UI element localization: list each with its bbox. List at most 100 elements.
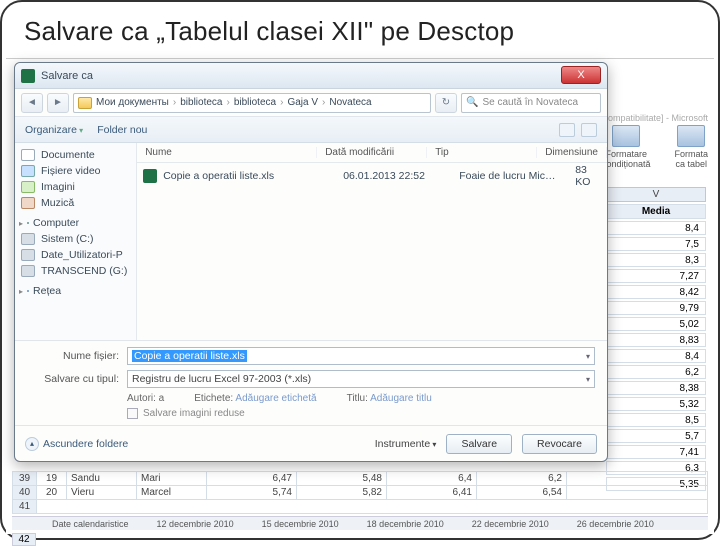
col-size[interactable]: Dimensiune	[537, 147, 607, 158]
dialog-titlebar[interactable]: Salvare ca X	[15, 63, 607, 89]
cell[interactable]: 5,48	[297, 472, 387, 486]
help-icon[interactable]	[581, 123, 597, 137]
xls-file-icon	[143, 169, 157, 183]
ribbon-cond-label: Formatare condiționată	[602, 149, 651, 169]
organize-menu[interactable]: Organizare	[25, 124, 83, 136]
sheet-tab[interactable]: Date calendaristice	[52, 519, 129, 529]
forward-button[interactable]: ►	[47, 93, 69, 113]
row-header[interactable]: 39	[13, 472, 37, 486]
filename-input[interactable]: Copie a operatii liste.xls	[127, 347, 595, 365]
cell[interactable]: 9,79	[606, 301, 706, 315]
row-header[interactable]: 40	[13, 486, 37, 500]
image-icon	[21, 181, 35, 193]
breadcrumb[interactable]: Мои документы› biblioteca› biblioteca› G…	[73, 93, 431, 113]
sidebar-group-network[interactable]: Rețea	[15, 279, 136, 299]
cell[interactable]: 5,32	[606, 397, 706, 411]
worksheet-column-v: V Media 8,4 7,5 8,3 7,27 8,42 9,79 5,02 …	[604, 185, 708, 493]
save-as-dialog: Salvare ca X ◄ ► Мои документы› bibliote…	[14, 62, 608, 462]
file-type: Foaie de lucru Mic…	[459, 170, 569, 182]
cell[interactable]: 5,7	[606, 429, 706, 443]
crumb[interactable]: biblioteca	[180, 97, 222, 108]
sheet-tab[interactable]: 22 decembrie 2010	[472, 519, 549, 529]
tools-menu[interactable]: Instrumente	[375, 438, 437, 450]
sidebar-item-documents[interactable]: Documente	[15, 147, 136, 163]
file-list-pane: Nume Dată modificării Tip Dimensiune Cop…	[137, 143, 607, 340]
cell[interactable]: 5,82	[297, 486, 387, 500]
dialog-title: Salvare ca	[41, 70, 93, 82]
crumb[interactable]: Мои документы	[96, 97, 169, 108]
sheet-tab[interactable]: 18 decembrie 2010	[367, 519, 444, 529]
cell[interactable]: 6,4	[387, 472, 477, 486]
cell[interactable]: 7,27	[606, 269, 706, 283]
cell[interactable]: 6,2	[606, 365, 706, 379]
cancel-button[interactable]: Revocare	[522, 434, 597, 454]
sidebar-group-computer[interactable]: Computer	[15, 211, 136, 231]
file-date: 06.01.2013 22:52	[343, 170, 453, 182]
cell[interactable]: 8,5	[606, 413, 706, 427]
cell[interactable]: Sandu	[67, 472, 137, 486]
dialog-nav-row: ◄ ► Мои документы› biblioteca› bibliotec…	[15, 89, 607, 117]
title-placeholder[interactable]: Adăugare titlu	[370, 393, 432, 404]
col-letter[interactable]: V	[606, 187, 706, 202]
cell[interactable]: 7,5	[606, 237, 706, 251]
filetype-select[interactable]: Registru de lucru Excel 97-2003 (*.xls)	[127, 370, 595, 388]
music-icon	[21, 197, 35, 209]
conditional-format-icon[interactable]	[612, 125, 640, 147]
file-name: Copie a operatii liste.xls	[163, 170, 337, 182]
crumb[interactable]: Gaja V	[287, 97, 318, 108]
hide-folders-toggle[interactable]: Ascundere foldere	[25, 437, 128, 451]
cell[interactable]: 8,4	[606, 349, 706, 363]
col-date[interactable]: Dată modificării	[317, 147, 427, 158]
sheet-tab[interactable]: 15 decembrie 2010	[262, 519, 339, 529]
sheet-tab[interactable]: 26 decembrie 2010	[577, 519, 654, 529]
sidebar-item-drive-data[interactable]: Date_Utilizatori-P	[15, 247, 136, 263]
format-as-table-icon[interactable]	[677, 125, 705, 147]
back-button[interactable]: ◄	[21, 93, 43, 113]
cell[interactable]: 5,74	[207, 486, 297, 500]
cell[interactable]: 6,2	[477, 472, 567, 486]
search-placeholder: Se caută în Novateca	[482, 97, 578, 108]
crumb[interactable]: biblioteca	[234, 97, 276, 108]
sidebar-item-videos[interactable]: Fișiere video	[15, 163, 136, 179]
tags-placeholder[interactable]: Adăugare etichetă	[235, 393, 316, 404]
cell[interactable]: 5,02	[606, 317, 706, 331]
col-name[interactable]: Nume	[137, 147, 317, 158]
save-thumbnail-checkbox[interactable]: Salvare imagini reduse	[127, 408, 595, 419]
sidebar-item-drive-c[interactable]: Sistem (C:)	[15, 231, 136, 247]
worksheet-bottom-rows: 39 19 Sandu Mari 6,47 5,48 6,4 6,2 40 20…	[12, 471, 708, 514]
cell[interactable]: Mari	[137, 472, 207, 486]
cell[interactable]: Vieru	[67, 486, 137, 500]
authors-field[interactable]: Autori: a	[127, 393, 164, 404]
cell[interactable]: 8,42	[606, 285, 706, 299]
sheet-tab[interactable]: 12 decembrie 2010	[157, 519, 234, 529]
cell[interactable]: 8,3	[606, 253, 706, 267]
excel-icon	[21, 69, 35, 83]
crumb[interactable]: Novateca	[329, 97, 371, 108]
save-button[interactable]: Salvare	[446, 434, 512, 454]
view-mode-icon[interactable]	[559, 123, 575, 137]
refresh-button[interactable]: ↻	[435, 93, 457, 113]
row-header[interactable]: 41	[13, 500, 37, 514]
drive-icon	[21, 249, 35, 261]
cell[interactable]: 7,41	[606, 445, 706, 459]
dialog-sidebar: Documente Fișiere video Imagini Muzică C…	[15, 143, 137, 340]
cell[interactable]: 8,38	[606, 381, 706, 395]
cell[interactable]: 6,54	[477, 486, 567, 500]
sidebar-item-drive-g[interactable]: TRANSCEND (G:)	[15, 263, 136, 279]
sidebar-item-music[interactable]: Muzică	[15, 195, 136, 211]
cell[interactable]: 8,4	[606, 221, 706, 235]
cell[interactable]: 6,47	[207, 472, 297, 486]
new-folder-button[interactable]: Folder nou	[97, 124, 147, 136]
close-button[interactable]: X	[561, 66, 601, 84]
cell[interactable]: 6,41	[387, 486, 477, 500]
search-input[interactable]: 🔍 Se caută în Novateca	[461, 93, 601, 113]
slide-title: Salvare ca „Tabelul clasei XII" pe Desct…	[2, 2, 718, 53]
sidebar-item-images[interactable]: Imagini	[15, 179, 136, 195]
cell[interactable]: 20	[37, 486, 67, 500]
cell[interactable]: 19	[37, 472, 67, 486]
sheet-tabs: Date calendaristice 12 decembrie 2010 15…	[12, 516, 708, 530]
cell[interactable]: 8,83	[606, 333, 706, 347]
cell[interactable]: Marcel	[137, 486, 207, 500]
col-type[interactable]: Tip	[427, 147, 537, 158]
file-row[interactable]: Copie a operatii liste.xls 06.01.2013 22…	[143, 167, 601, 185]
